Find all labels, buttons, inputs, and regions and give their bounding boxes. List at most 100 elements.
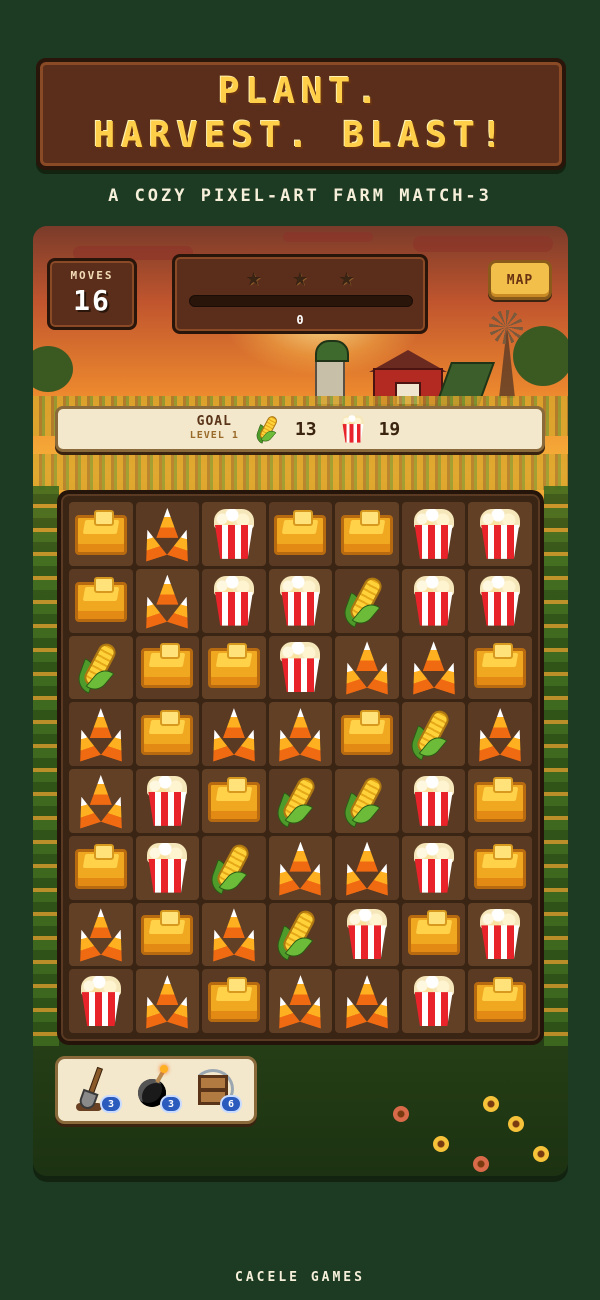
- candy-corn-tile[interactable]: [404, 638, 464, 696]
- candy-corn-tile[interactable]: [270, 705, 330, 763]
- shovel-booster[interactable]: 3: [70, 1065, 122, 1115]
- cornbread-tile[interactable]: [204, 972, 264, 1030]
- board-cell[interactable]: [268, 568, 333, 633]
- cornbread-tile[interactable]: [71, 839, 131, 897]
- board-cell[interactable]: [135, 502, 200, 566]
- board-cell[interactable]: [335, 769, 399, 833]
- board-cell[interactable]: [69, 568, 133, 633]
- cornbread-tile[interactable]: [137, 705, 197, 763]
- board-cell[interactable]: [202, 502, 266, 566]
- cornbread-tile[interactable]: [404, 905, 464, 963]
- board-cell[interactable]: [335, 502, 399, 566]
- popcorn-tile[interactable]: [404, 972, 464, 1030]
- corn-cob-tile[interactable]: [71, 638, 131, 696]
- board-cell[interactable]: [401, 702, 466, 766]
- candy-corn-tile[interactable]: [337, 638, 397, 696]
- popcorn-tile[interactable]: [470, 505, 530, 563]
- cornbread-tile[interactable]: [137, 905, 197, 963]
- board-cell[interactable]: [135, 568, 200, 633]
- shuffle-crate-booster[interactable]: 6: [190, 1065, 242, 1115]
- popcorn-tile[interactable]: [404, 839, 464, 897]
- board-cell[interactable]: [69, 835, 133, 900]
- board-cell[interactable]: [335, 635, 399, 700]
- candy-corn-tile[interactable]: [337, 839, 397, 897]
- candy-corn-tile[interactable]: [337, 972, 397, 1030]
- candy-corn-tile[interactable]: [137, 972, 197, 1030]
- board-cell[interactable]: [202, 902, 266, 967]
- popcorn-tile[interactable]: [470, 905, 530, 963]
- board-cell[interactable]: [135, 635, 200, 700]
- cornbread-tile[interactable]: [204, 638, 264, 696]
- board-cell[interactable]: [401, 502, 466, 566]
- board-cell[interactable]: [69, 635, 133, 700]
- board-cell[interactable]: [268, 969, 333, 1033]
- board-cell[interactable]: [135, 769, 200, 833]
- board-cell[interactable]: [468, 835, 532, 900]
- board-cell[interactable]: [202, 835, 266, 900]
- board-cell[interactable]: [335, 568, 399, 633]
- board-cell[interactable]: [401, 902, 466, 967]
- popcorn-tile[interactable]: [270, 638, 330, 696]
- board-cell[interactable]: [468, 969, 532, 1033]
- candy-corn-tile[interactable]: [470, 705, 530, 763]
- popcorn-tile[interactable]: [71, 972, 131, 1030]
- board-cell[interactable]: [268, 702, 333, 766]
- cornbread-tile[interactable]: [71, 505, 131, 563]
- candy-corn-tile[interactable]: [270, 972, 330, 1030]
- bomb-booster[interactable]: 3: [130, 1065, 182, 1115]
- corn-cob-tile[interactable]: [270, 905, 330, 963]
- board-cell[interactable]: [268, 769, 333, 833]
- board-cell[interactable]: [335, 902, 399, 967]
- cornbread-tile[interactable]: [270, 505, 330, 563]
- cornbread-tile[interactable]: [470, 972, 530, 1030]
- board-cell[interactable]: [202, 702, 266, 766]
- cornbread-tile[interactable]: [470, 839, 530, 897]
- cornbread-tile[interactable]: [137, 638, 197, 696]
- board-cell[interactable]: [335, 835, 399, 900]
- map-button[interactable]: MAP: [488, 260, 552, 300]
- board-cell[interactable]: [268, 835, 333, 900]
- popcorn-tile[interactable]: [204, 572, 264, 630]
- popcorn-tile[interactable]: [137, 772, 197, 830]
- candy-corn-tile[interactable]: [71, 705, 131, 763]
- board-cell[interactable]: [401, 635, 466, 700]
- board-cell[interactable]: [69, 902, 133, 967]
- cornbread-tile[interactable]: [337, 505, 397, 563]
- board-cell[interactable]: [335, 969, 399, 1033]
- corn-cob-tile[interactable]: [270, 772, 330, 830]
- board-cell[interactable]: [468, 902, 532, 967]
- board-cell[interactable]: [268, 902, 333, 967]
- cornbread-tile[interactable]: [470, 772, 530, 830]
- popcorn-tile[interactable]: [404, 505, 464, 563]
- cornbread-tile[interactable]: [71, 572, 131, 630]
- board-cell[interactable]: [401, 835, 466, 900]
- popcorn-tile[interactable]: [404, 772, 464, 830]
- candy-corn-tile[interactable]: [137, 505, 197, 563]
- cornbread-tile[interactable]: [470, 638, 530, 696]
- popcorn-tile[interactable]: [204, 505, 264, 563]
- board-cell[interactable]: [69, 969, 133, 1033]
- board-cell[interactable]: [202, 568, 266, 633]
- board-cell[interactable]: [468, 769, 532, 833]
- board-cell[interactable]: [401, 969, 466, 1033]
- board-cell[interactable]: [401, 568, 466, 633]
- corn-cob-tile[interactable]: [404, 705, 464, 763]
- cornbread-tile[interactable]: [337, 705, 397, 763]
- board-cell[interactable]: [135, 835, 200, 900]
- board-cell[interactable]: [268, 635, 333, 700]
- board-cell[interactable]: [468, 502, 532, 566]
- candy-corn-tile[interactable]: [71, 905, 131, 963]
- corn-cob-tile[interactable]: [204, 839, 264, 897]
- board-cell[interactable]: [468, 568, 532, 633]
- cornbread-tile[interactable]: [204, 772, 264, 830]
- board-cell[interactable]: [69, 702, 133, 766]
- popcorn-tile[interactable]: [137, 839, 197, 897]
- board-cell[interactable]: [202, 635, 266, 700]
- candy-corn-tile[interactable]: [270, 839, 330, 897]
- corn-cob-tile[interactable]: [337, 572, 397, 630]
- board-cell[interactable]: [268, 502, 333, 566]
- corn-cob-tile[interactable]: [337, 772, 397, 830]
- board-cell[interactable]: [135, 702, 200, 766]
- board-cell[interactable]: [401, 769, 466, 833]
- popcorn-tile[interactable]: [337, 905, 397, 963]
